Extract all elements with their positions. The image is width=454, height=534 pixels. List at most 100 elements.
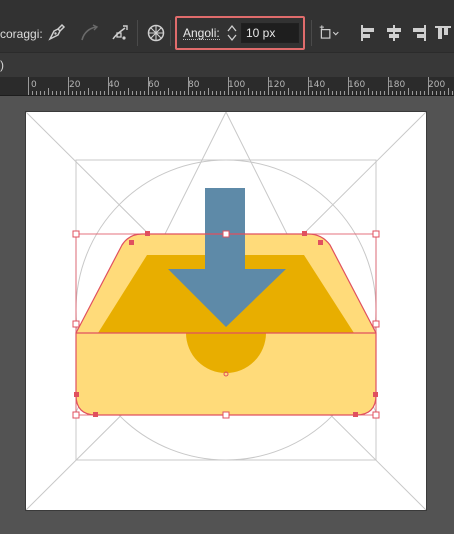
ruler-tick	[48, 88, 49, 95]
corners-stepper[interactable]	[226, 23, 238, 43]
align-center-icon[interactable]	[383, 22, 405, 44]
ruler-tick	[416, 91, 417, 95]
ruler-tick	[304, 91, 305, 95]
ruler-tick	[148, 77, 149, 95]
ruler-tick	[236, 91, 237, 95]
corners-label[interactable]: Angoli:	[183, 27, 220, 40]
ruler-tick	[380, 91, 381, 95]
ruler-tick	[216, 91, 217, 95]
ruler-tick	[188, 77, 189, 95]
ruler-tick	[64, 91, 65, 95]
ruler-tick	[180, 91, 181, 95]
ruler-label: 140	[308, 80, 326, 90]
align-top-icon[interactable]	[432, 22, 454, 44]
corners-radius-input[interactable]	[241, 23, 299, 43]
ruler-tick	[284, 91, 285, 95]
ruler-label: 40	[108, 80, 120, 90]
ruler-tick	[344, 91, 345, 95]
ruler-tick	[260, 91, 261, 95]
ruler-tick	[28, 77, 29, 95]
ruler-tick	[388, 77, 389, 95]
ruler-tick	[168, 88, 169, 95]
ruler-tick	[396, 91, 397, 95]
ruler-tick	[392, 91, 393, 95]
ruler-tick	[408, 88, 409, 95]
ruler-tick	[40, 91, 41, 95]
anchor-label-fragment: coraggi:	[0, 27, 43, 41]
ruler-tick	[92, 91, 93, 95]
ruler-tick	[232, 91, 233, 95]
ruler-label: 160	[348, 80, 366, 90]
ruler-label: 180	[388, 80, 406, 90]
ruler-tick	[208, 88, 209, 95]
ruler-tick	[128, 88, 129, 95]
align-left-icon[interactable]	[357, 22, 379, 44]
ruler-tick	[96, 91, 97, 95]
ruler-tick	[144, 91, 145, 95]
ruler-tick	[424, 91, 425, 95]
document-tab-row: )	[0, 52, 454, 77]
ruler-tick	[440, 91, 441, 95]
ruler-tick	[160, 91, 161, 95]
ruler-tick	[36, 91, 37, 95]
ruler-tick	[340, 91, 341, 95]
ruler-tick	[372, 91, 373, 95]
toolbar-separator	[170, 20, 171, 46]
ruler-tick	[152, 91, 153, 95]
ruler-tick	[288, 88, 289, 95]
ruler-tick	[448, 88, 449, 95]
ruler-tick	[268, 77, 269, 95]
ruler-tick	[32, 91, 33, 95]
globe-icon[interactable]	[145, 22, 167, 44]
ruler-tick	[76, 91, 77, 95]
ruler-tick	[124, 91, 125, 95]
ruler-tick	[72, 91, 73, 95]
ruler-tick	[172, 91, 173, 95]
ruler-label: 0	[31, 80, 37, 90]
ruler-tick	[300, 91, 301, 95]
curvature-icon[interactable]	[78, 22, 100, 44]
convert-anchor-icon[interactable]	[109, 22, 131, 44]
ruler-tick	[272, 91, 273, 95]
artboard[interactable]	[26, 112, 426, 510]
ruler-label: 100	[228, 80, 246, 90]
ruler-label: 20	[69, 80, 81, 90]
ruler-tick	[400, 91, 401, 95]
artwork-canvas	[26, 112, 426, 510]
ruler-label: 120	[268, 80, 286, 90]
align-right-icon[interactable]	[408, 22, 430, 44]
ruler-tick	[384, 91, 385, 95]
ruler-tick	[324, 91, 325, 95]
ruler-tick	[156, 91, 157, 95]
ruler-tick	[436, 91, 437, 95]
ruler-tick	[276, 91, 277, 95]
ruler-tick	[248, 88, 249, 95]
toolbar-separator	[311, 20, 312, 46]
transform-dropdown-icon[interactable]	[318, 22, 344, 44]
ruler-tick	[60, 91, 61, 95]
ruler-tick	[80, 91, 81, 95]
ruler-tick	[212, 91, 213, 95]
ruler-tick	[244, 91, 245, 95]
ruler-tick	[184, 91, 185, 95]
ruler-tick	[308, 77, 309, 95]
ruler-tick	[240, 91, 241, 95]
toolbar-separator	[137, 20, 138, 46]
ruler-tick	[404, 91, 405, 95]
ruler-tick	[316, 91, 317, 95]
ruler-tick	[452, 91, 453, 95]
ruler-tick	[88, 88, 89, 95]
document-tab-fragment[interactable]: )	[0, 58, 4, 72]
ruler-tick	[120, 91, 121, 95]
ruler-tick	[140, 91, 141, 95]
ruler-tick	[44, 91, 45, 95]
ruler-tick	[420, 91, 421, 95]
ruler-tick	[220, 91, 221, 95]
ruler-tick	[328, 88, 329, 95]
ruler-tick	[132, 91, 133, 95]
ruler-tick	[360, 91, 361, 95]
ruler-tick	[228, 77, 229, 95]
ruler-tick	[280, 91, 281, 95]
horizontal-ruler[interactable]: 0 20 40 60 80 100 120 140 160 180 200	[0, 77, 454, 96]
pen-anchor-icon[interactable]	[45, 22, 67, 44]
